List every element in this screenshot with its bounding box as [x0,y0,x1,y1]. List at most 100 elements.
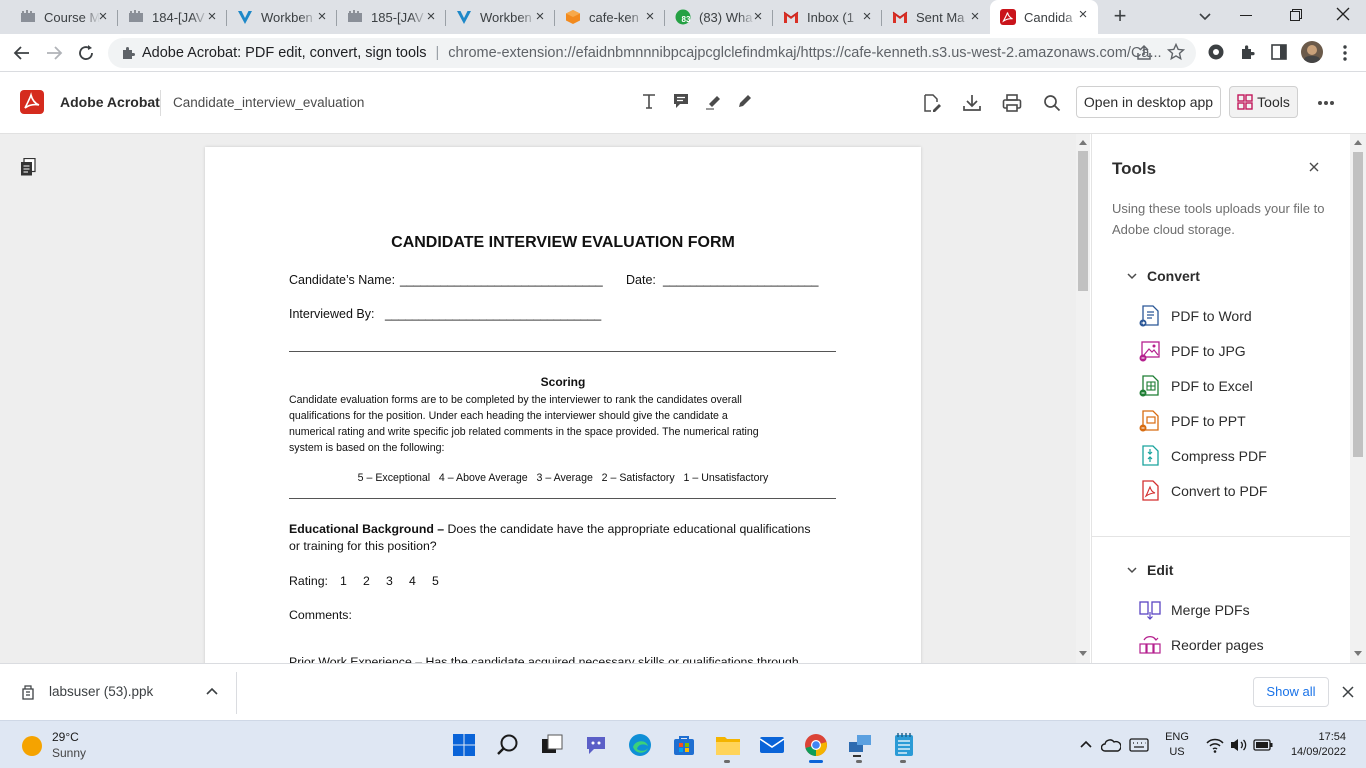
tab-close-icon[interactable]: × [751,9,765,24]
start-windows-icon[interactable] [450,731,478,759]
vocareum-icon [237,9,253,25]
address-bar[interactable]: Adobe Acrobat: PDF edit, convert, sign t… [108,38,1196,68]
forward-icon[interactable] [44,43,64,63]
taskbar-search-icon[interactable] [494,731,522,759]
chevron-up-icon[interactable] [1080,739,1092,749]
tab-3[interactable]: Workben × [227,2,337,32]
side-panel-icon[interactable] [1271,44,1287,60]
open-desktop-app-button[interactable]: Open in desktop app [1076,86,1221,118]
tab-8[interactable]: Inbox (1 × [773,2,882,32]
browser-menu-icon[interactable] [1342,43,1348,63]
tab-close-icon[interactable]: × [533,9,547,24]
new-tab-button[interactable]: + [1109,5,1131,28]
extension-circle-icon[interactable] [1207,43,1225,61]
tools-panel-description: Using these tools uploads your file to A… [1112,201,1325,237]
scroll-up-arrow-icon[interactable] [1079,140,1087,145]
tab-2[interactable]: 184-[JAV × [118,2,227,32]
close-window-icon[interactable] [1336,7,1350,21]
edge-browser-icon[interactable] [626,731,654,759]
download-item[interactable]: labsuser (53).ppk [0,664,237,720]
reorder-pages-tool[interactable]: Reorder pages [1138,632,1264,658]
file-explorer-icon[interactable] [714,731,742,763]
browser-toolbar: Adobe Acrobat: PDF edit, convert, sign t… [0,34,1366,72]
onedrive-cloud-icon[interactable] [1101,738,1121,752]
merge-pdfs-tool[interactable]: Merge PDFs [1138,597,1250,623]
acrobat-header: Adobe Acrobat Candidate_interview_evalua… [0,72,1366,134]
tools-panel-scrollbar[interactable] [1350,134,1366,663]
tab-6[interactable]: cafe-ken × [555,2,665,32]
tab-4[interactable]: 185-[JAV × [337,2,446,32]
comment-icon[interactable] [672,92,690,110]
document-viewer[interactable]: CANDIDATE INTERVIEW EVALUATION FORM Cand… [0,134,1076,663]
weather-widget[interactable]: 29°C Sunny [20,729,140,763]
extensions-icon[interactable] [1239,43,1257,61]
acrobat-brand[interactable]: Adobe Acrobat [60,94,160,110]
scroll-thumb[interactable] [1353,152,1363,457]
chevron-up-icon[interactable] [206,686,218,696]
clock[interactable]: 17:54 14/09/2022 [1280,730,1346,760]
scroll-down-arrow-icon[interactable] [1079,651,1087,656]
print-icon[interactable] [1002,93,1022,113]
tab-7[interactable]: 83 (83) Wha × [665,2,773,32]
tab-5[interactable]: Workben × [446,2,555,32]
convert-to-pdf-tool[interactable]: Convert to PDF [1138,478,1267,504]
scroll-thumb[interactable] [1078,151,1088,291]
volume-icon[interactable] [1229,737,1247,753]
acrobat-logo-icon[interactable] [20,90,44,114]
wifi-icon[interactable] [1206,737,1224,753]
back-icon[interactable] [12,43,32,63]
compress-pdf-tool[interactable]: Compress PDF [1138,443,1267,469]
notepad-icon[interactable] [890,731,918,763]
draw-pencil-icon[interactable] [736,92,754,110]
tab-close-icon[interactable]: × [315,9,329,24]
tab-close-icon[interactable]: × [96,9,110,24]
reload-icon[interactable] [76,43,96,63]
convert-section-header[interactable]: Convert [1126,268,1200,284]
pdf-to-jpg-tool[interactable]: PDF to JPG [1138,338,1246,364]
tab-close-icon[interactable]: × [860,9,874,24]
tab-close-icon[interactable]: × [424,9,438,24]
bookmark-star-icon[interactable] [1167,43,1185,61]
teams-chat-icon[interactable] [582,731,610,759]
tab-close-icon[interactable]: × [643,9,657,24]
battery-icon[interactable] [1253,739,1273,751]
pdf-to-ppt-tool[interactable]: PDF to PPT [1138,408,1246,434]
close-icon[interactable] [1342,686,1354,698]
tab-close-icon[interactable]: × [1076,7,1090,22]
divider-line [289,498,836,499]
chrome-browser-icon[interactable] [802,731,830,763]
share-icon[interactable] [1135,44,1153,62]
pdf-to-word-tool[interactable]: PDF to Word [1138,303,1252,329]
edit-section-header[interactable]: Edit [1126,562,1173,578]
profile-avatar[interactable] [1301,41,1323,63]
tab-badge: 83 [681,15,691,24]
minimize-icon[interactable] [1240,15,1252,16]
microsoft-store-icon[interactable] [670,731,698,759]
close-icon[interactable] [1309,162,1319,172]
show-all-button[interactable]: Show all [1253,677,1329,707]
tab-10[interactable]: Candida × [990,0,1098,34]
pdf-to-excel-tool[interactable]: PDF to Excel [1138,373,1253,399]
page-thumbnails-icon[interactable] [20,158,36,176]
scroll-down-arrow-icon[interactable] [1354,651,1362,656]
scroll-up-arrow-icon[interactable] [1354,140,1362,145]
task-view-icon[interactable] [538,731,566,759]
tab-close-icon[interactable]: × [205,9,219,24]
download-icon[interactable] [962,93,982,113]
add-text-icon[interactable] [640,92,658,110]
tab-search-icon[interactable] [1196,8,1214,26]
edit-pdf-icon[interactable] [922,93,942,113]
highlight-icon[interactable] [704,92,722,110]
more-options-icon[interactable] [1317,100,1335,106]
search-icon[interactable] [1043,94,1061,112]
document-scrollbar[interactable] [1076,134,1090,663]
tab-1[interactable]: Course M × [10,2,118,32]
network-app-icon[interactable] [846,731,874,763]
tools-button[interactable]: Tools [1229,86,1298,118]
tab-close-icon[interactable]: × [968,9,982,24]
mail-icon[interactable] [758,731,786,759]
tab-9[interactable]: Sent Ma × [882,2,990,32]
keyboard-icon[interactable] [1129,738,1149,752]
input-language[interactable]: ENG US [1160,730,1194,760]
restore-icon[interactable] [1290,9,1302,21]
